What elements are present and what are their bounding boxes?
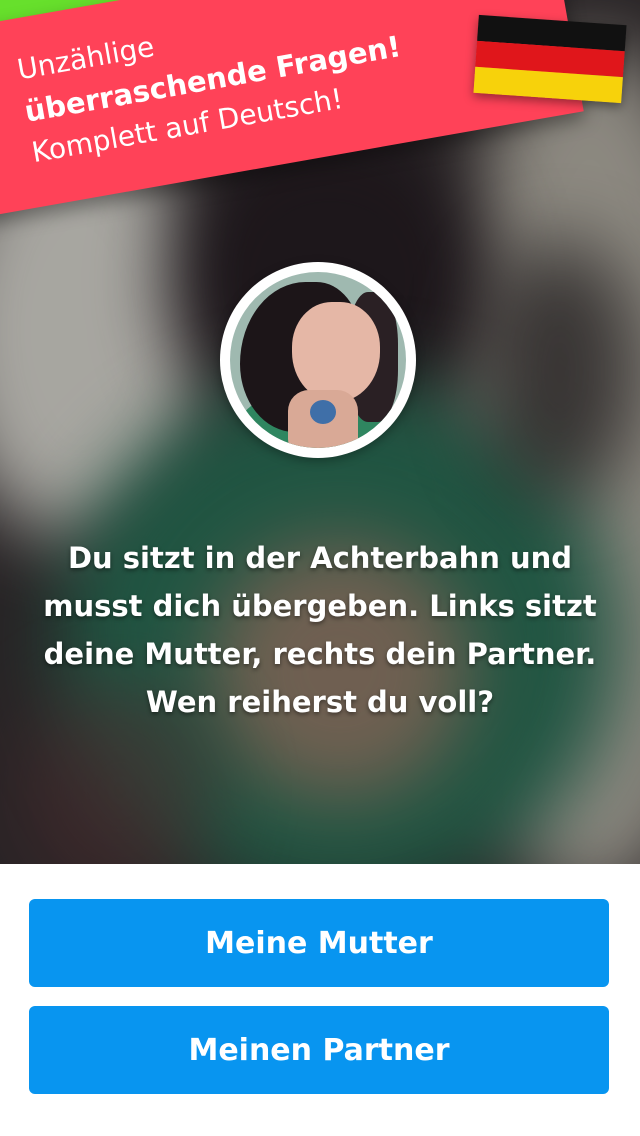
answer-button-mutter[interactable]: Meine Mutter: [29, 899, 609, 987]
answer-panel: Meine Mutter Meinen Partner: [0, 864, 640, 1136]
germany-flag-icon: [473, 14, 627, 104]
answer-button-partner[interactable]: Meinen Partner: [29, 1006, 609, 1094]
question-author-avatar: [220, 262, 416, 458]
question-text: Du sitzt in der Achterbahn und musst dic…: [43, 541, 597, 719]
avatar-photo: [230, 272, 406, 448]
